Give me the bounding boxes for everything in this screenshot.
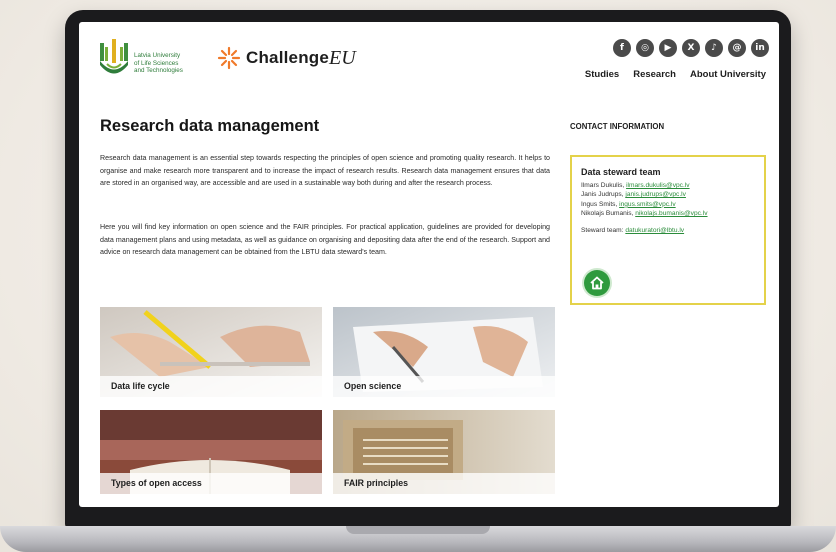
member-name: Janis Judrups, (581, 191, 626, 199)
card-title: Data life cycle (111, 381, 170, 391)
member-row: Ingus Smits, ingus.smits@vpc.lv (581, 200, 755, 209)
member-row: Nikolajs Bumanis, nikolajs.bumanis@vpc.l… (581, 209, 755, 218)
card-types-of-open-access[interactable]: Types of open access (100, 410, 322, 494)
social-links: f ◎ ▶ X ♪ @ in (613, 39, 769, 57)
page-title: Research data management (100, 117, 320, 135)
steward-team-box: Data steward team Ilmars Dukulis, ilmars… (570, 155, 766, 305)
x-icon[interactable]: X (682, 39, 700, 57)
member-name: Ingus Smits, (581, 200, 620, 208)
eu-wordmark: EU (329, 46, 356, 69)
university-emblem-icon (100, 39, 128, 74)
linkedin-icon[interactable]: in (751, 39, 769, 57)
member-email-link[interactable]: nikolajs.bumanis@vpc.lv (635, 210, 707, 217)
member-email-link[interactable]: ilmars.dukulis@vpc.lv (626, 182, 690, 189)
member-name: Ilmars Dukulis, (581, 182, 627, 189)
card-title: Open science (344, 381, 402, 391)
member-email-link[interactable]: janis.judrups@vpc.lv (625, 191, 686, 198)
card-open-science[interactable]: Open science (333, 307, 555, 397)
laptop-notch (346, 526, 490, 534)
contact-heading: CONTACT INFORMATION (570, 122, 665, 131)
nav-studies[interactable]: Studies (585, 69, 619, 80)
challenge-wordmark: Challenge (246, 48, 330, 67)
intro-paragraph: Research data management is an essential… (100, 154, 550, 188)
challenge-eu-logo[interactable]: Challenge EU (217, 44, 356, 72)
youtube-icon[interactable]: ▶ (659, 39, 677, 57)
steward-team-label: Steward team: (581, 226, 626, 234)
nav-about-university[interactable]: About University (690, 69, 766, 80)
instagram-icon[interactable]: ◎ (636, 39, 654, 57)
tiktok-icon[interactable]: ♪ (705, 39, 723, 57)
main-nav: Studies Research About University (585, 69, 766, 80)
laptop-screen: Latvia University of Life Sciences and T… (79, 22, 779, 507)
card-caption: Types of open access (100, 473, 322, 494)
nav-research[interactable]: Research (633, 69, 676, 80)
threads-icon[interactable]: @ (728, 39, 746, 57)
steward-team-email-link[interactable]: datukuratori@lbtu.lv (625, 227, 684, 234)
card-caption: FAIR principles (333, 473, 555, 494)
card-title: Types of open access (111, 478, 202, 488)
member-name: Nikolajs Bumanis, (581, 210, 636, 218)
home-button[interactable] (584, 270, 610, 296)
university-logo[interactable]: Latvia University of Life Sciences and T… (99, 36, 199, 84)
facebook-icon[interactable]: f (613, 39, 631, 57)
home-icon (590, 276, 604, 290)
card-caption: Data life cycle (100, 376, 322, 397)
card-fair-principles[interactable]: FAIR principles (333, 410, 555, 494)
card-caption: Open science (333, 376, 555, 397)
member-row: Janis Judrups, janis.judrups@vpc.lv (581, 190, 755, 199)
steward-team-title: Data steward team (581, 167, 661, 177)
member-email-link[interactable]: ingus.smits@vpc.lv (619, 201, 676, 208)
card-title: FAIR principles (344, 478, 409, 488)
star-burst-icon (217, 46, 241, 70)
info-paragraph: Here you will find key information on op… (100, 223, 550, 257)
steward-team-contact: Steward team: datukuratori@lbtu.lv (581, 227, 755, 234)
card-data-life-cycle[interactable]: Data life cycle (100, 307, 322, 397)
university-name: Latvia University of Life Sciences and T… (134, 52, 183, 74)
member-row: Ilmars Dukulis, ilmars.dukulis@vpc.lv (581, 181, 755, 190)
